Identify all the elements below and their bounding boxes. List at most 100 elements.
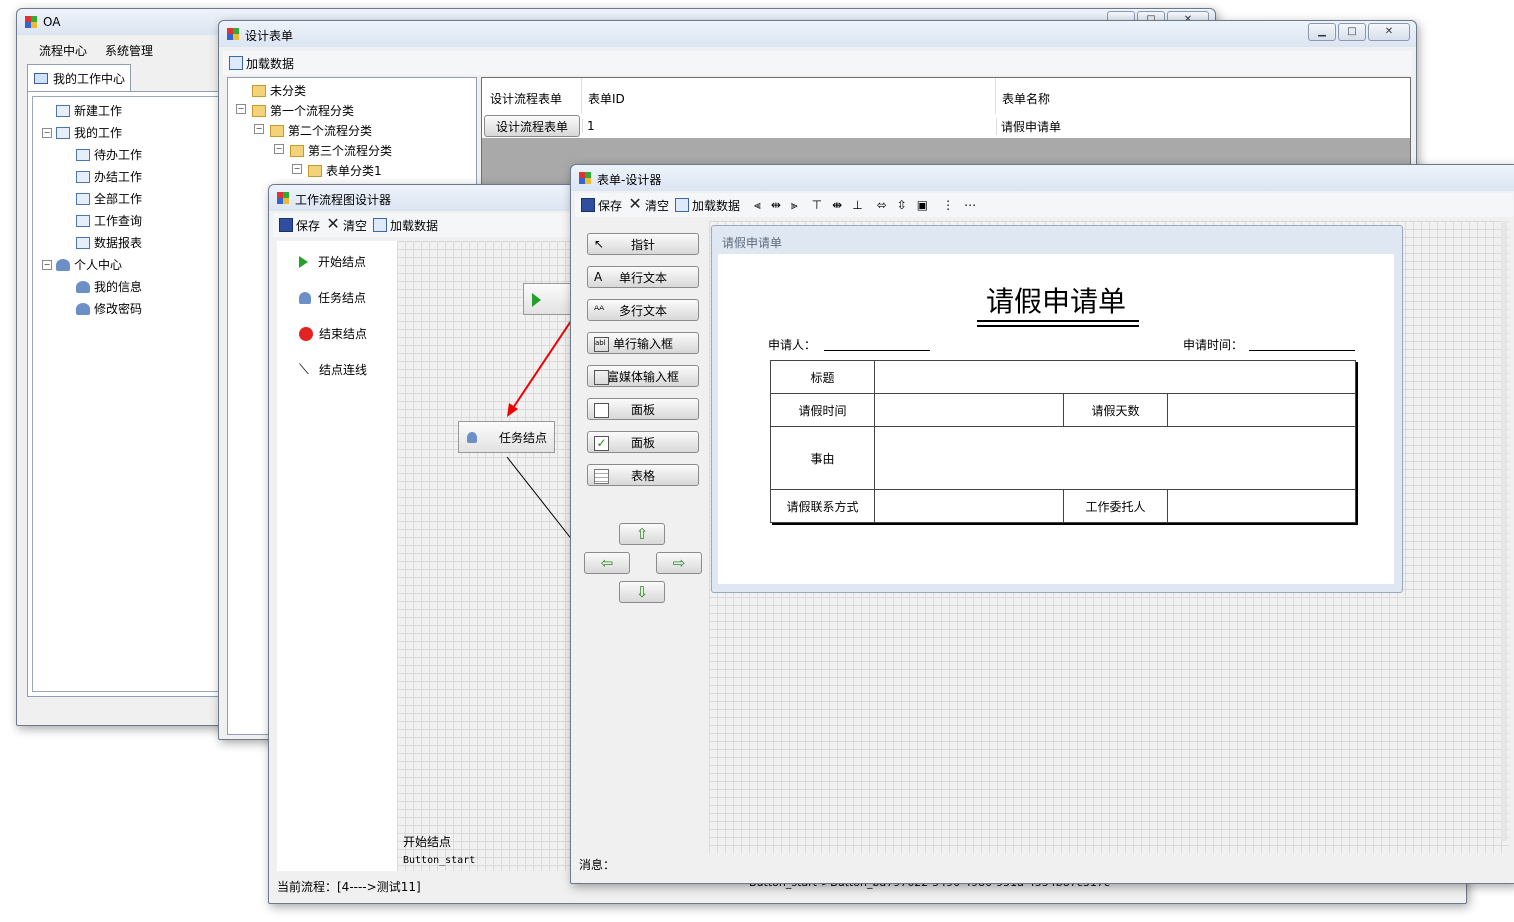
tree-item-form-category-1[interactable]: 表单分类1: [308, 162, 382, 179]
leave-days-input[interactable]: [1167, 393, 1356, 427]
load-data-button[interactable]: 加载数据: [373, 217, 438, 234]
tree-item-my-info[interactable]: 我的信息: [76, 278, 142, 295]
tree-item-uncategorized[interactable]: 未分类: [252, 82, 306, 99]
form-canvas[interactable]: 请假申请单 请假申请单 申请人： 申请时间： 标题 请假时间 请假天数 事由 请…: [709, 221, 1509, 853]
collapse-toggle[interactable]: −: [274, 144, 284, 154]
grid-header-id[interactable]: 表单ID: [582, 78, 996, 114]
tree-item-category-3[interactable]: 第三个流程分类: [290, 142, 392, 159]
design-form-button[interactable]: 设计流程表单: [484, 115, 580, 137]
tree-item-my-work[interactable]: 我的工作: [56, 124, 122, 141]
arrow-left-icon: ⇦: [600, 554, 614, 572]
grid-header-design[interactable]: 设计流程表单: [482, 78, 582, 114]
tool-multi-text[interactable]: ᴬᴬ 多行文本: [587, 299, 699, 321]
grid-cell[interactable]: 请假申请单: [996, 117, 1410, 135]
grid-header-name[interactable]: 表单名称: [996, 78, 1410, 114]
collapse-toggle[interactable]: −: [254, 124, 264, 134]
tree-label: 表单分类1: [326, 164, 382, 178]
form-designer-toolbar: 保存 ✕ 清空 加载数据 ⫷ ⇹ ⫸ ⊤ ⇼ ⊥ ⬄ ⇳ ▣ ⋮ ⋯: [575, 193, 1513, 217]
tool-label: 面板: [630, 435, 655, 450]
save-button[interactable]: 保存: [581, 197, 622, 214]
horizontal-spacing-icon[interactable]: ⋯: [964, 198, 976, 212]
tree-item-done[interactable]: 办结工作: [76, 168, 142, 185]
menu-item-workflow[interactable]: 流程中心: [39, 42, 87, 59]
task-node[interactable]: 任务结点: [458, 421, 555, 453]
minimize-icon[interactable]: ▁: [1308, 23, 1336, 41]
tool-single-text[interactable]: A 单行文本: [587, 266, 699, 288]
collapse-toggle[interactable]: −: [236, 104, 246, 114]
tree-item-category-1[interactable]: 第一个流程分类: [252, 102, 354, 119]
tree-label: 第二个流程分类: [288, 124, 373, 138]
palette-end-node[interactable]: 结束结点: [299, 325, 367, 342]
title-input[interactable]: [874, 360, 1356, 394]
load-data-button[interactable]: 加载数据: [675, 197, 740, 214]
tree-item-category-2[interactable]: 第二个流程分类: [270, 122, 372, 139]
tab-my-work-center[interactable]: 我的工作中心: [27, 64, 131, 92]
close-icon[interactable]: ✕: [1368, 23, 1410, 41]
collapse-toggle[interactable]: −: [42, 128, 52, 138]
move-left-button[interactable]: ⇦: [584, 552, 630, 574]
delegate-input[interactable]: [1167, 489, 1356, 523]
vertical-scrollbar[interactable]: [1501, 221, 1507, 841]
align-center-icon[interactable]: ⇹: [771, 198, 781, 212]
menu-item-system[interactable]: 系统管理: [105, 42, 153, 59]
align-middle-icon[interactable]: ⇼: [832, 198, 842, 212]
clear-button[interactable]: ✕ 清空: [628, 194, 669, 214]
form-designer-status-bar: 消息：: [575, 853, 1513, 877]
tree-item-password[interactable]: 修改密码: [76, 300, 142, 317]
tree-item-all[interactable]: 全部工作: [76, 190, 142, 207]
tree-item-todo[interactable]: 待办工作: [76, 146, 142, 163]
tool-panel-empty[interactable]: 面板: [587, 398, 699, 420]
collapse-toggle[interactable]: −: [42, 260, 52, 270]
tree-item-personal[interactable]: 个人中心: [56, 256, 122, 273]
tool-single-input[interactable]: abl 单行输入框: [587, 332, 699, 354]
palette-task-node[interactable]: 任务结点: [299, 289, 366, 306]
line-icon: ⟍: [299, 361, 309, 378]
palette-connector[interactable]: ⟍ 结点连线: [299, 361, 367, 378]
leave-time-input[interactable]: [874, 393, 1064, 427]
edit-doc-icon: [76, 148, 90, 161]
button-label: 加载数据: [390, 218, 439, 233]
reason-input[interactable]: [874, 426, 1356, 490]
save-button[interactable]: 保存: [279, 217, 320, 234]
applicant-field[interactable]: [824, 350, 930, 351]
align-right-icon[interactable]: ⫸: [791, 198, 798, 213]
clear-button[interactable]: ✕ 清空: [326, 216, 367, 234]
maximize-icon[interactable]: □: [1338, 23, 1366, 41]
tree-item-query[interactable]: 工作查询: [76, 212, 142, 229]
move-up-button[interactable]: ⇧: [619, 523, 665, 545]
same-height-icon[interactable]: ⇳: [897, 198, 907, 212]
tool-table[interactable]: 表格: [587, 464, 699, 486]
user-icon: [467, 431, 477, 443]
move-down-button[interactable]: ⇩: [619, 581, 665, 603]
contact-label: 请假联系方式: [770, 489, 875, 523]
align-top-icon[interactable]: ⊤: [812, 198, 822, 212]
pointer-icon: ↖: [594, 237, 605, 251]
align-left-icon[interactable]: ⫷: [754, 198, 761, 213]
clear-icon: ✕: [628, 194, 642, 213]
form-panel[interactable]: 请假申请单 请假申请单 申请人： 申请时间： 标题 请假时间 请假天数 事由 请…: [711, 225, 1403, 593]
panel-title: 请假申请单: [722, 236, 783, 250]
tool-rich-input[interactable]: 富媒体输入框: [587, 365, 699, 387]
vertical-spacing-icon[interactable]: ⋮: [942, 198, 954, 212]
tool-pointer[interactable]: ↖ 指针: [587, 233, 699, 255]
button-label: 保存: [598, 198, 623, 213]
folder-icon: [270, 124, 284, 137]
load-data-button[interactable]: 加载数据: [229, 55, 294, 72]
button-label: 加载数据: [692, 198, 741, 213]
same-width-icon[interactable]: ⬄: [877, 198, 887, 212]
collapse-toggle[interactable]: −: [292, 164, 302, 174]
tree-item-new-work[interactable]: 新建工作: [56, 102, 122, 119]
table-icon: [594, 469, 609, 484]
move-right-button[interactable]: ⇨: [656, 552, 702, 574]
contact-input[interactable]: [874, 489, 1064, 523]
tree-item-report[interactable]: 数据报表: [76, 234, 142, 251]
tool-panel-checked[interactable]: ✓ 面板: [587, 431, 699, 453]
tool-label: 单行文本: [618, 270, 667, 285]
same-size-icon[interactable]: ▣: [917, 198, 928, 212]
align-bottom-icon[interactable]: ⊥: [852, 198, 862, 212]
apply-time-field[interactable]: [1249, 350, 1355, 351]
user-icon: [56, 258, 70, 271]
palette-start-node[interactable]: 开始结点: [299, 253, 366, 270]
form-sheet: 请假申请单 申请人： 申请时间： 标题 请假时间 请假天数 事由 请假联系方式 …: [718, 254, 1394, 584]
grid-cell[interactable]: 1: [582, 119, 996, 133]
